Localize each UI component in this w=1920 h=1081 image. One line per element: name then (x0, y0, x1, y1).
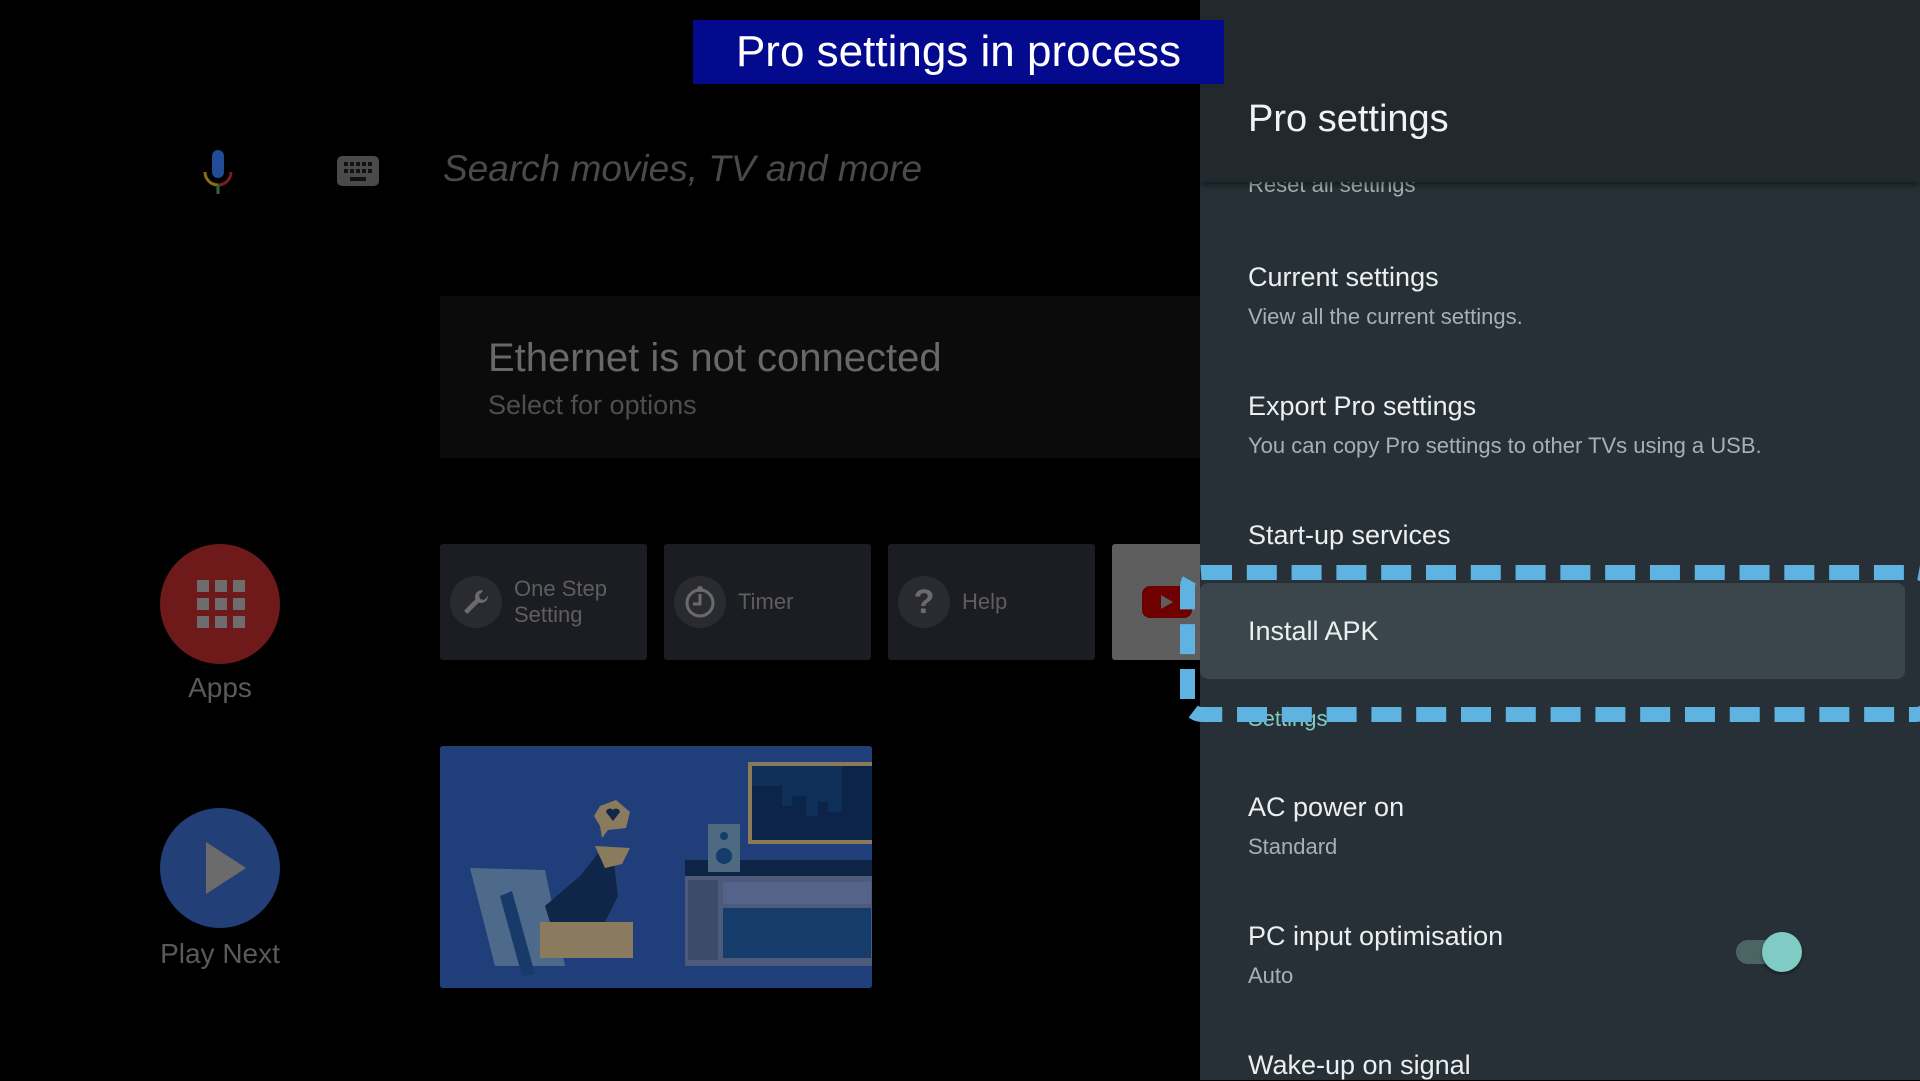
keyboard-icon[interactable] (337, 156, 379, 186)
setting-value: Auto (1248, 963, 1294, 988)
play-next-label: Play Next (160, 938, 280, 969)
help-icon: ? (898, 576, 950, 628)
living-room-illustration (440, 746, 872, 988)
play-next-thumbnail[interactable] (440, 746, 872, 988)
wrench-icon (450, 576, 502, 628)
network-status-card[interactable]: Ethernet is not connected Select for opt… (440, 296, 1200, 458)
apps-button[interactable] (160, 544, 280, 664)
menu-item-title: Install APK (1248, 616, 1379, 646)
status-banner: Pro settings in process (693, 20, 1224, 84)
search-input[interactable]: Search movies, TV and more (443, 148, 922, 190)
menu-item-start-up-services[interactable]: Start-up services (1248, 520, 1451, 551)
play-icon (206, 842, 246, 894)
network-status-title: Ethernet is not connected (488, 336, 942, 380)
tile-label: One Step Setting (514, 576, 607, 627)
menu-item-install-apk[interactable]: Install APK (1200, 583, 1905, 679)
tile-label: Help (962, 589, 1008, 614)
panel-header: Pro settings (1200, 0, 1920, 182)
menu-item-title: Export Pro settings (1248, 391, 1477, 421)
pc-input-optimisation-toggle[interactable] (1736, 932, 1802, 972)
apps-grid-icon (197, 580, 245, 628)
apps-label: Apps (188, 672, 252, 703)
tile-label: Timer (738, 589, 794, 614)
tile-help[interactable]: ? Help (888, 544, 1095, 660)
youtube-icon (1142, 586, 1192, 618)
menu-item-subtitle: View all the current settings. (1248, 304, 1523, 329)
pro-settings-panel: Pro settings Reset all settings Current … (1180, 0, 1920, 1081)
play-next-button[interactable] (160, 808, 280, 928)
menu-item-title: Current settings (1248, 262, 1439, 292)
microphone-icon[interactable] (200, 150, 236, 196)
setting-title: AC power on (1248, 792, 1405, 822)
setting-title: PC input optimisation (1248, 921, 1504, 951)
tile-timer[interactable]: Timer (664, 544, 871, 660)
toggle-knob (1762, 932, 1802, 972)
menu-item-subtitle: You can copy Pro settings to other TVs u… (1248, 433, 1762, 458)
panel-title: Pro settings (1248, 98, 1449, 140)
network-status-subtitle: Select for options (488, 390, 697, 420)
setting-value: Standard (1248, 834, 1338, 859)
tile-one-step-setting[interactable]: One Step Setting (440, 544, 647, 660)
section-header-settings: Settings (1248, 706, 1328, 731)
setting-wake-up-on-signal[interactable]: Wake-up on signal (1248, 1050, 1471, 1081)
timer-icon (674, 576, 726, 628)
